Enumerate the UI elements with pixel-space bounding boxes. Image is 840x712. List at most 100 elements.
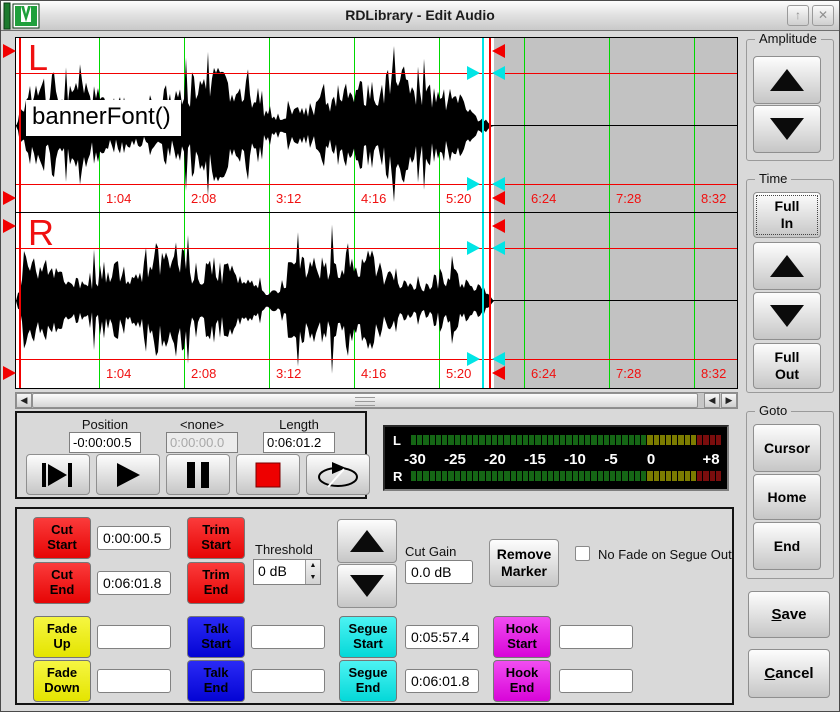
cut-start-line[interactable] (19, 38, 21, 212)
threshold-spin-arrows[interactable]: ▲ ▼ (305, 560, 320, 584)
meter-led (529, 471, 534, 481)
segue-marker-icon[interactable] (467, 352, 480, 366)
play-button[interactable] (96, 454, 160, 495)
cut-end-button[interactable]: Cut End (33, 562, 91, 604)
cut-start-marker-icon[interactable] (3, 366, 16, 380)
waveform-display[interactable]: 1:042:083:124:165:206:247:288:32 L banne… (15, 37, 738, 389)
cut-end-marker-icon[interactable] (492, 219, 505, 233)
segue-start-line[interactable] (482, 38, 484, 212)
segue-marker-icon[interactable] (467, 241, 480, 255)
segue-start-button[interactable]: Segue Start (339, 616, 397, 658)
spin-up-icon[interactable]: ▲ (306, 560, 320, 572)
fade-up-field[interactable] (97, 625, 171, 649)
cut-start-line[interactable] (19, 213, 21, 388)
segue-marker-icon[interactable] (492, 352, 505, 366)
hook-end-button[interactable]: Hook End (493, 660, 551, 702)
segue-marker-icon[interactable] (467, 66, 480, 80)
full-out-button[interactable]: Full Out (753, 343, 821, 389)
scroll-left-icon[interactable]: ◀ (16, 393, 32, 408)
scrollbar-thumb[interactable] (32, 393, 698, 408)
segue-start-line[interactable] (482, 213, 484, 388)
cut-gain-field[interactable]: 0.0 dB (405, 560, 473, 584)
segue-marker-icon[interactable] (492, 241, 505, 255)
fade-down-field[interactable] (97, 669, 171, 693)
segue-end-field[interactable]: 0:06:01.8 (405, 669, 479, 693)
goto-end-button[interactable]: End (753, 522, 821, 570)
meter-led (716, 471, 721, 481)
scroll-left2-icon[interactable]: ◀ (704, 393, 720, 408)
meter-led (504, 435, 509, 445)
trim-start-button[interactable]: Trim Start (187, 517, 245, 559)
amplitude-up-button[interactable] (753, 56, 821, 104)
cut-start-button[interactable]: Cut Start (33, 517, 91, 559)
play-from-start-button[interactable] (26, 454, 90, 495)
cut-end-marker-icon[interactable] (492, 44, 505, 58)
meter-led (461, 435, 466, 445)
cut-start-marker-icon[interactable] (3, 219, 16, 233)
save-button[interactable]: Save (748, 591, 830, 638)
amplitude-down-button[interactable] (753, 105, 821, 153)
cut-gain-label: Cut Gain (405, 544, 456, 559)
meter-led (616, 471, 621, 481)
meter-led (591, 435, 596, 445)
loop-button[interactable] (306, 454, 370, 495)
zoom-out-button[interactable] (753, 292, 821, 340)
shade-window-button[interactable]: ↑ (787, 5, 809, 26)
trim-end-button[interactable]: Trim End (187, 562, 245, 604)
time-label: 8:32 (701, 191, 726, 206)
cancel-button[interactable]: Cancel (748, 649, 830, 698)
talk-end-button[interactable]: Talk End (187, 660, 245, 702)
close-window-button[interactable]: ✕ (812, 5, 834, 26)
segue-end-button[interactable]: Segue End (339, 660, 397, 702)
cut-start-marker-icon[interactable] (3, 44, 16, 58)
spin-down-icon[interactable]: ▼ (306, 572, 320, 584)
hook-start-button[interactable]: Hook Start (493, 616, 551, 658)
waveform-channel-right[interactable]: 1:042:083:124:165:206:247:288:32 R (16, 213, 737, 388)
arrow-up-icon (770, 255, 804, 277)
position-field[interactable]: -0:00:00.5 (69, 432, 141, 453)
marker-panel: Cut Start 0:00:00.5 Cut End 0:06:01.8 Tr… (15, 507, 734, 705)
length-field[interactable]: 0:06:01.2 (263, 432, 335, 453)
goto-home-button[interactable]: Home (753, 474, 821, 520)
segue-marker-icon[interactable] (492, 66, 505, 80)
segue-marker-icon[interactable] (467, 177, 480, 191)
full-in-button[interactable]: Full In (753, 192, 821, 238)
meter-led (678, 435, 683, 445)
cut-end-line[interactable] (489, 213, 491, 388)
cut-end-field[interactable]: 0:06:01.8 (97, 571, 171, 595)
meter-led (560, 435, 565, 445)
talk-end-field[interactable] (251, 669, 325, 693)
meter-led (697, 435, 702, 445)
hook-start-field[interactable] (559, 625, 633, 649)
talk-start-field[interactable] (251, 625, 325, 649)
cut-start-field[interactable]: 0:00:00.5 (97, 526, 171, 550)
scroll-right-icon[interactable]: ▶ (721, 393, 737, 408)
segue-start-field[interactable]: 0:05:57.4 (405, 625, 479, 649)
threshold-spinbox[interactable]: 0 dB ▲ ▼ (253, 559, 321, 585)
fade-up-button[interactable]: Fade Up (33, 616, 91, 658)
segue-marker-icon[interactable] (492, 177, 505, 191)
gain-up-button[interactable] (337, 519, 397, 563)
meter-led (417, 471, 422, 481)
gain-down-button[interactable] (337, 564, 397, 608)
cut-start-marker-icon[interactable] (3, 191, 16, 205)
fade-down-button[interactable]: Fade Down (33, 660, 91, 702)
remove-marker-button[interactable]: Remove Marker (489, 539, 559, 587)
cut-end-line[interactable] (489, 38, 491, 212)
zoom-in-button[interactable] (753, 242, 821, 290)
no-fade-checkbox[interactable] (575, 546, 590, 561)
talk-start-button[interactable]: Talk Start (187, 616, 245, 658)
time-label: 6:24 (531, 191, 556, 206)
goto-cursor-button[interactable]: Cursor (753, 424, 821, 472)
cut-end-marker-icon[interactable] (492, 191, 505, 205)
meter-led (486, 435, 491, 445)
cut-end-marker-icon[interactable] (492, 366, 505, 380)
stop-button[interactable] (236, 454, 300, 495)
hook-end-field[interactable] (559, 669, 633, 693)
time-group: Time Full In Full Out (746, 179, 834, 393)
pause-button[interactable] (166, 454, 230, 495)
titlebar[interactable]: RDLibrary - Edit Audio ↑ ✕ (1, 1, 839, 31)
meter-led (448, 471, 453, 481)
waveform-channel-left[interactable]: 1:042:083:124:165:206:247:288:32 L banne… (16, 38, 737, 213)
waveform-scrollbar[interactable]: ◀ ◀ ▶ (15, 392, 738, 409)
